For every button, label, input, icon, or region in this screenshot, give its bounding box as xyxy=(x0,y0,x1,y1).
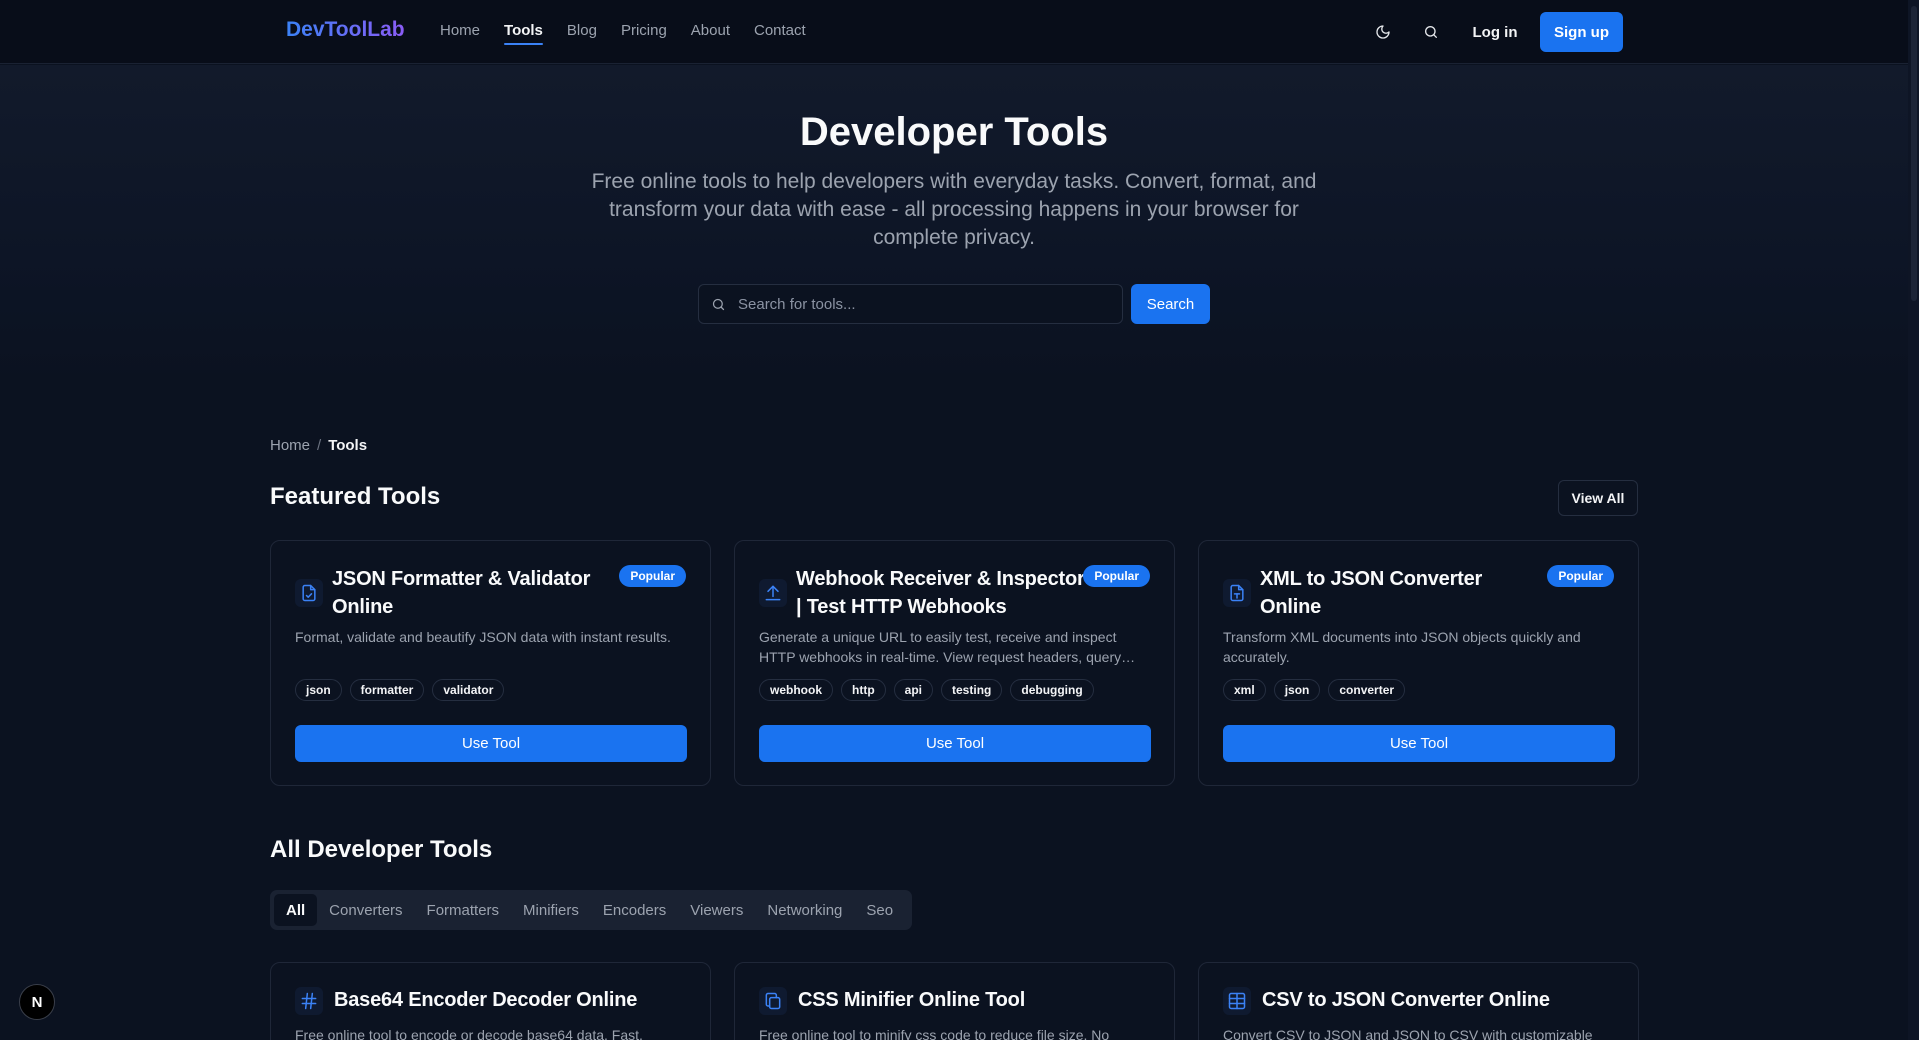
tag[interactable]: formatter xyxy=(349,679,425,701)
search-button[interactable]: Search xyxy=(1131,284,1210,324)
featured-card-webhook-receiver: Webhook Receiver & Inspector | Test HTTP… xyxy=(734,540,1175,786)
tool-card-title[interactable]: Base64 Encoder Decoder Online xyxy=(334,989,637,1012)
filter-tab-all[interactable]: All xyxy=(274,894,318,926)
tool-card-description: Convert CSV to JSON and JSON to CSV with… xyxy=(1223,1027,1593,1040)
tag[interactable]: debugging xyxy=(1010,679,1094,701)
breadcrumb-separator: / xyxy=(317,437,322,454)
hash-icon xyxy=(295,987,323,1015)
popular-badge: Popular xyxy=(619,565,686,587)
tool-card-description: Free online tool to minify css code to r… xyxy=(759,1027,1110,1040)
use-tool-button[interactable]: Use Tool xyxy=(759,725,1151,762)
page-title: Developer Tools xyxy=(799,110,1109,154)
copy-icon xyxy=(759,987,787,1015)
card-description: Transform XML documents into JSON object… xyxy=(1223,629,1581,665)
moon-icon xyxy=(1376,25,1390,39)
filter-tab-networking[interactable]: Networking xyxy=(755,894,854,926)
card-title[interactable]: XML to JSON Converter Online xyxy=(1260,565,1526,621)
tool-card-css-minifier[interactable]: CSS Minifier Online Tool Free online too… xyxy=(734,962,1175,1040)
tag[interactable]: testing xyxy=(941,679,1003,701)
breadcrumb-current: Tools xyxy=(328,437,368,454)
login-button[interactable]: Log in xyxy=(1470,13,1520,51)
filter-tab-viewers[interactable]: Viewers xyxy=(678,894,755,926)
category-filter-tabs: All Converters Formatters Minifiers Enco… xyxy=(270,890,912,930)
search-icon xyxy=(1425,26,1437,38)
featured-card-xml-to-json: XML to JSON Converter Online Popular Tra… xyxy=(1198,540,1639,786)
nextjs-dev-badge[interactable]: N xyxy=(19,984,55,1020)
signup-button[interactable]: Sign up xyxy=(1540,12,1623,52)
tag-list: xml json converter xyxy=(1223,679,1406,701)
card-title[interactable]: JSON Formatter & Validator Online xyxy=(332,565,598,621)
tool-card-csv-to-json[interactable]: CSV to JSON Converter Online Convert CSV… xyxy=(1198,962,1639,1040)
tool-card-title[interactable]: CSV to JSON Converter Online xyxy=(1262,989,1550,1012)
card-description: Generate a unique URL to easily test, re… xyxy=(759,629,1122,665)
card-description: Format, validate and beautify JSON data … xyxy=(295,629,671,645)
nav-link-about[interactable]: About xyxy=(691,22,730,45)
use-tool-button[interactable]: Use Tool xyxy=(1223,725,1615,762)
tool-search-input[interactable] xyxy=(738,295,1098,313)
tool-card-description: Free online tool to encode or decode bas… xyxy=(295,1027,643,1040)
tag-list: json formatter validator xyxy=(295,679,505,701)
tag[interactable]: webhook xyxy=(759,679,834,701)
breadcrumb: Home / Tools xyxy=(270,437,367,454)
search-icon xyxy=(712,298,725,310)
tool-card-title[interactable]: CSS Minifier Online Tool xyxy=(798,989,1025,1012)
tag[interactable]: validator xyxy=(432,679,505,701)
view-all-button[interactable]: View All xyxy=(1558,480,1638,516)
theme-toggle-button[interactable] xyxy=(1369,18,1397,46)
tag[interactable]: http xyxy=(841,679,886,701)
filter-tab-formatters[interactable]: Formatters xyxy=(415,894,512,926)
tool-card-base64[interactable]: Base64 Encoder Decoder Online Free onlin… xyxy=(270,962,711,1040)
tool-search-box xyxy=(698,284,1123,324)
page-scrollbar[interactable] xyxy=(1908,0,1919,1040)
tag[interactable]: api xyxy=(893,679,934,701)
breadcrumb-home[interactable]: Home xyxy=(270,437,310,454)
nav-link-blog[interactable]: Blog xyxy=(567,22,597,45)
use-tool-button[interactable]: Use Tool xyxy=(295,725,687,762)
file-type-icon xyxy=(1223,579,1251,607)
nav-links: Home Tools Blog Pricing About Contact xyxy=(440,22,806,45)
filter-tab-encoders[interactable]: Encoders xyxy=(591,894,678,926)
filter-tab-seo[interactable]: Seo xyxy=(854,894,905,926)
tag[interactable]: json xyxy=(295,679,342,701)
tag[interactable]: xml xyxy=(1223,679,1266,701)
file-check-icon xyxy=(295,579,323,607)
popular-badge: Popular xyxy=(1083,565,1150,587)
nav-link-contact[interactable]: Contact xyxy=(754,22,806,45)
nav-link-home[interactable]: Home xyxy=(440,22,480,45)
nav-link-pricing[interactable]: Pricing xyxy=(621,22,667,45)
table-icon xyxy=(1223,987,1251,1015)
top-navbar: DevToolLab Home Tools Blog Pricing About… xyxy=(0,0,1908,64)
popular-badge: Popular xyxy=(1547,565,1614,587)
filter-tab-converters[interactable]: Converters xyxy=(317,894,414,926)
scrollbar-thumb[interactable] xyxy=(1911,6,1917,301)
featured-section-title: Featured Tools xyxy=(270,483,441,510)
upload-icon xyxy=(759,579,787,607)
tag[interactable]: converter xyxy=(1328,679,1406,701)
all-tools-section-title: All Developer Tools xyxy=(270,836,493,863)
nav-search-button[interactable] xyxy=(1417,18,1445,46)
featured-card-json-formatter: JSON Formatter & Validator Online Popula… xyxy=(270,540,711,786)
tag-list: webhook http api testing debugging xyxy=(759,679,1094,701)
tag[interactable]: json xyxy=(1273,679,1321,701)
nav-link-tools[interactable]: Tools xyxy=(504,22,543,45)
hero-subtitle: Free online tools to help developers wit… xyxy=(591,170,1317,249)
filter-tab-minifiers[interactable]: Minifiers xyxy=(511,894,591,926)
brand-logo[interactable]: DevToolLab xyxy=(286,18,405,42)
card-title[interactable]: Webhook Receiver & Inspector | Test HTTP… xyxy=(796,565,1086,621)
